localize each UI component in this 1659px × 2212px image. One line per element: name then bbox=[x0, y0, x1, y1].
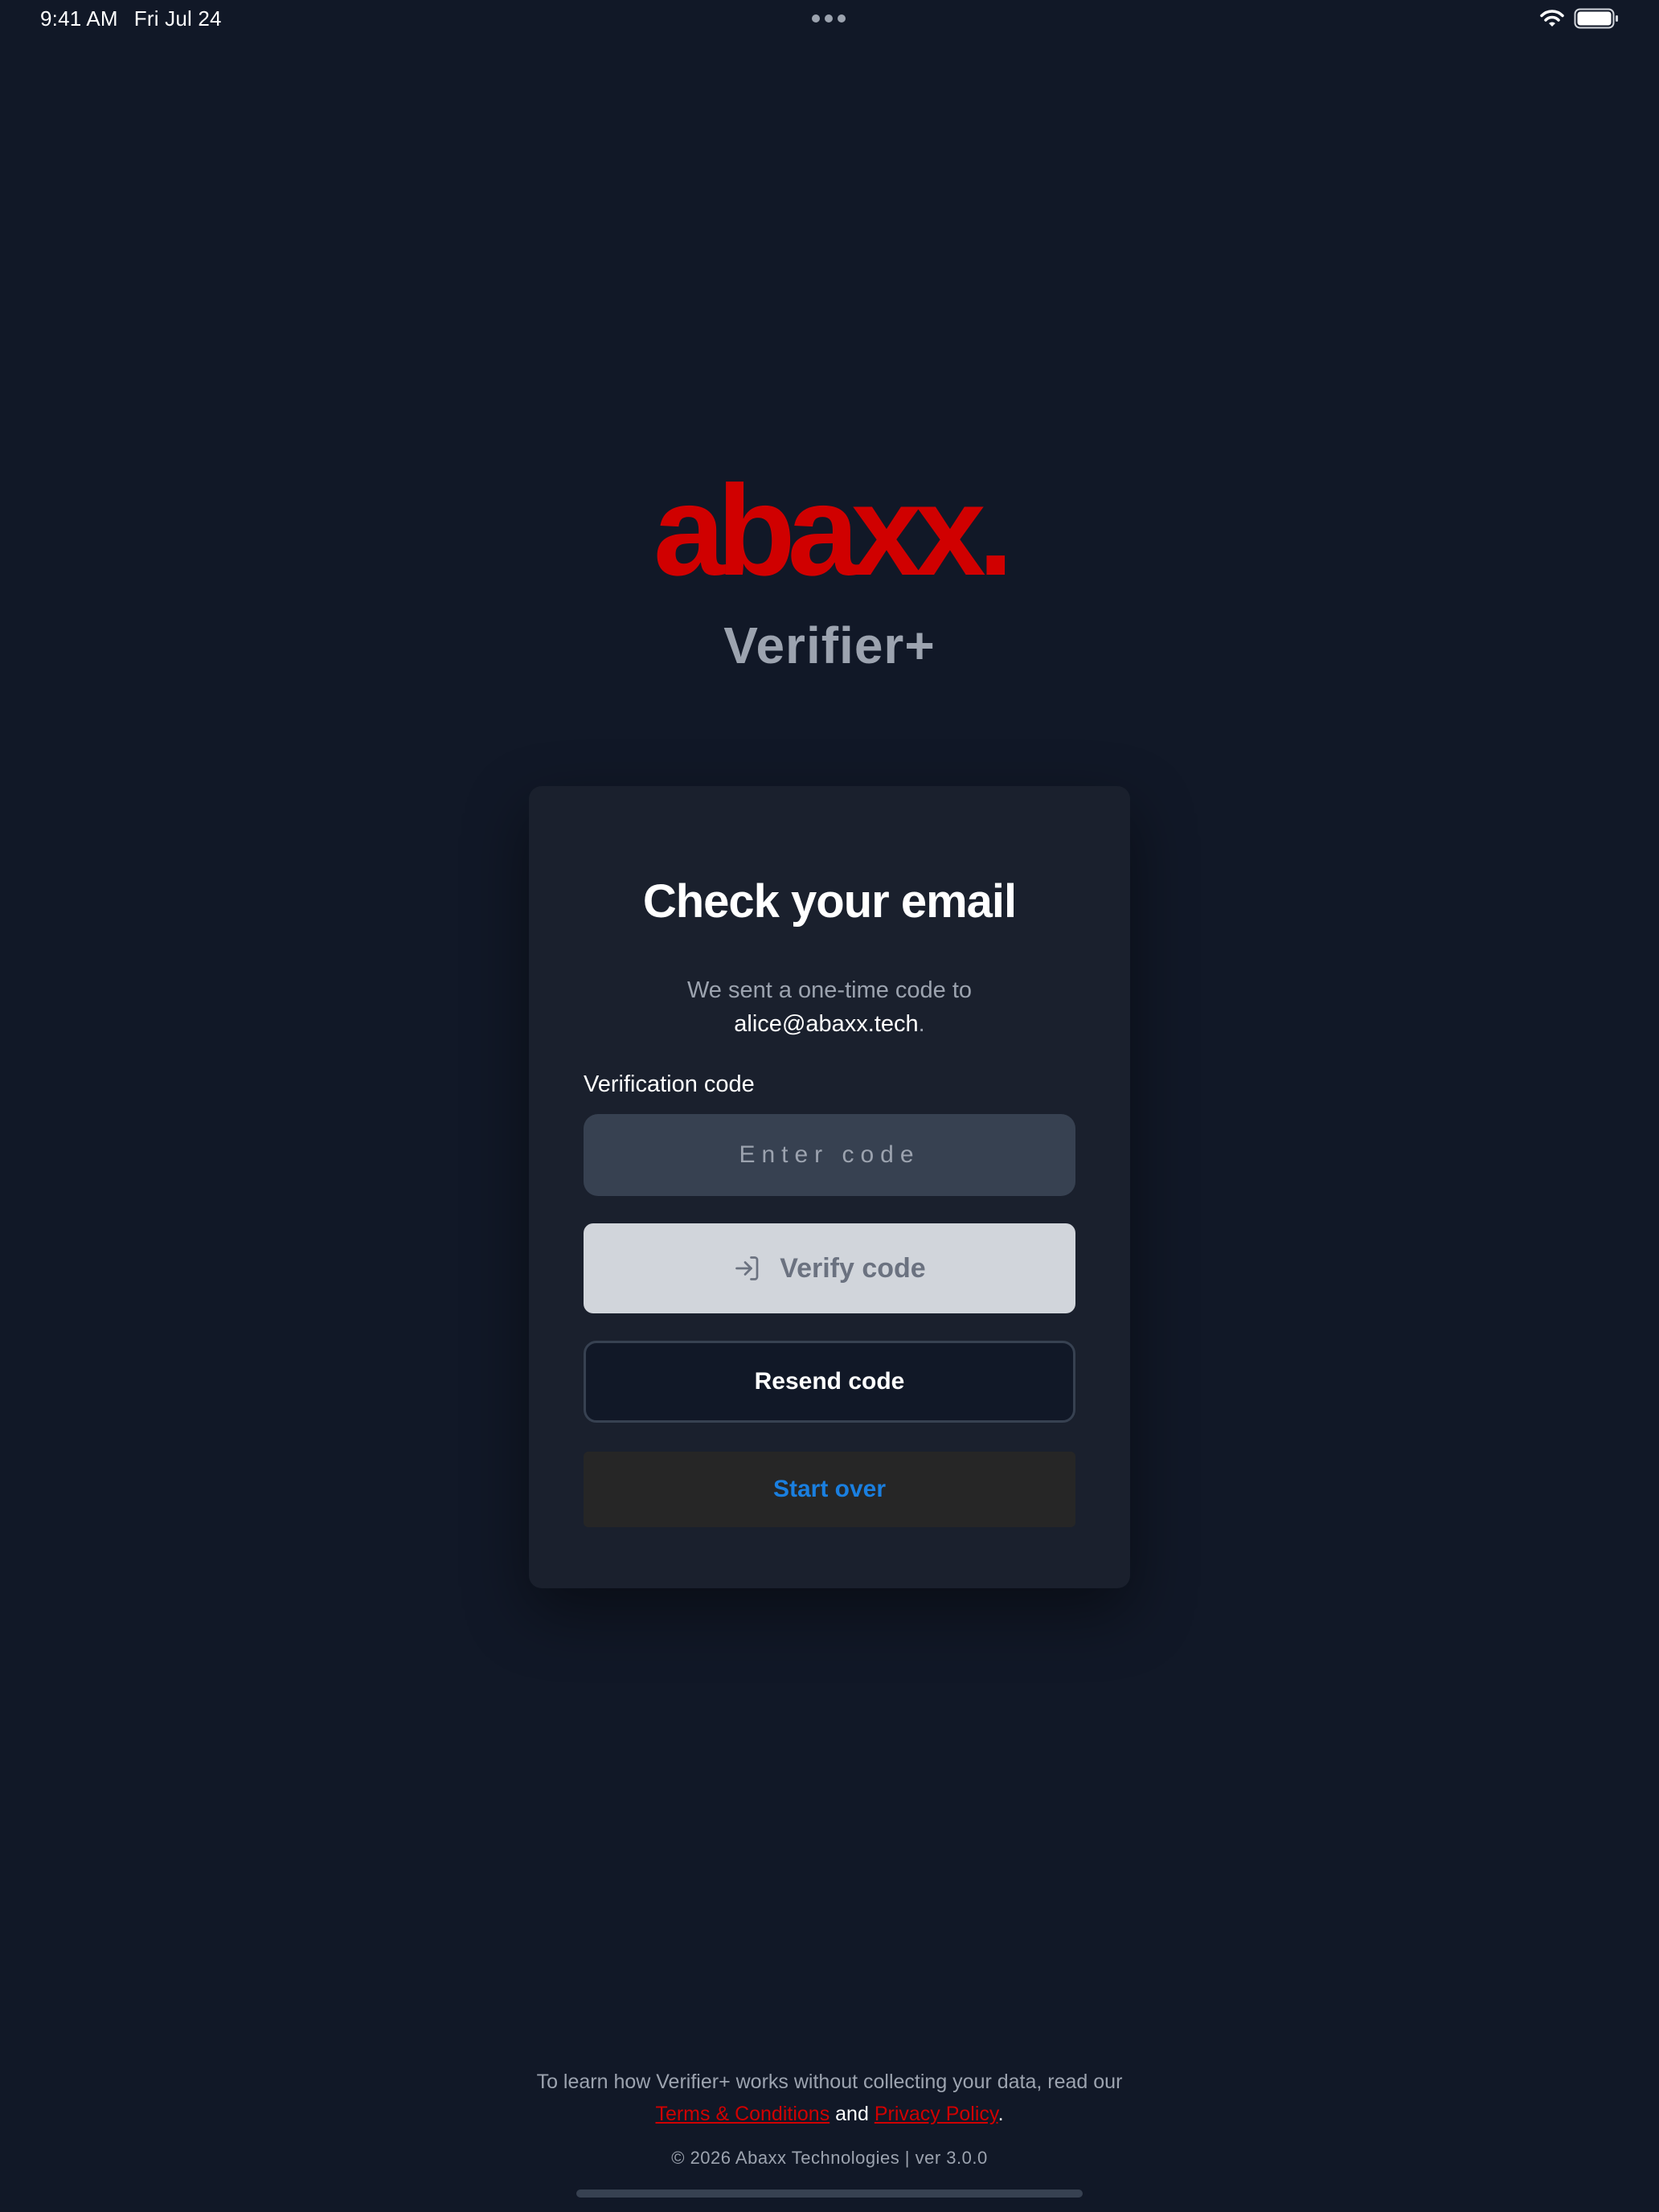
resend-code-button[interactable]: Resend code bbox=[584, 1341, 1075, 1423]
status-bar: 9:41 AM Fri Jul 24 bbox=[0, 0, 1659, 39]
email-address: alice@abaxx.tech bbox=[734, 1011, 919, 1037]
privacy-link[interactable]: Privacy Policy bbox=[875, 2103, 998, 2125]
status-indicators bbox=[1540, 8, 1619, 29]
status-time-date: 9:41 AM Fri Jul 24 bbox=[40, 6, 222, 31]
footer-line: To learn how Verifier+ works without col… bbox=[536, 2071, 1123, 2093]
start-over-button[interactable]: Start over bbox=[584, 1452, 1075, 1527]
battery-icon bbox=[1574, 8, 1618, 29]
terms-link[interactable]: Terms & Conditions bbox=[655, 2103, 830, 2125]
multitasking-dots-icon[interactable] bbox=[812, 14, 846, 23]
sign-in-icon bbox=[733, 1254, 762, 1283]
resend-code-label: Resend code bbox=[754, 1368, 905, 1395]
verification-code-label: Verification code bbox=[584, 1071, 755, 1097]
verification-card: Check your email We sent a one-time code… bbox=[529, 786, 1130, 1588]
description-prefix: We sent a one-time code to bbox=[686, 977, 973, 1003]
card-title: Check your email bbox=[642, 875, 1017, 928]
verify-code-label: Verify code bbox=[780, 1252, 926, 1284]
brand-header: abaxx. Verifier+ bbox=[0, 466, 1659, 675]
app-name: Verifier+ bbox=[723, 616, 936, 674]
abaxx-logo: abaxx. bbox=[653, 458, 1014, 602]
status-date: Fri Jul 24 bbox=[133, 6, 222, 31]
footer-notice: To learn how Verifier+ works without col… bbox=[0, 2066, 1659, 2130]
footer-and: and bbox=[835, 2103, 869, 2125]
wifi-icon bbox=[1540, 10, 1564, 27]
home-indicator[interactable] bbox=[576, 2189, 1083, 2198]
footer-links: Terms & Conditions and Privacy Policy. bbox=[0, 2098, 1659, 2130]
footer-period: . bbox=[997, 2103, 1004, 2125]
description-suffix: . bbox=[918, 1011, 925, 1037]
status-time: 9:41 AM bbox=[40, 6, 118, 31]
verification-code-input[interactable] bbox=[584, 1114, 1075, 1196]
verify-code-button[interactable]: Verify code bbox=[584, 1223, 1075, 1313]
start-over-label: Start over bbox=[772, 1476, 887, 1502]
card-description: We sent a one-time code to alice@abaxx.t… bbox=[584, 973, 1075, 1041]
copyright-version: © 2026 Abaxx Technologies | ver 3.0.0 bbox=[671, 2148, 988, 2168]
